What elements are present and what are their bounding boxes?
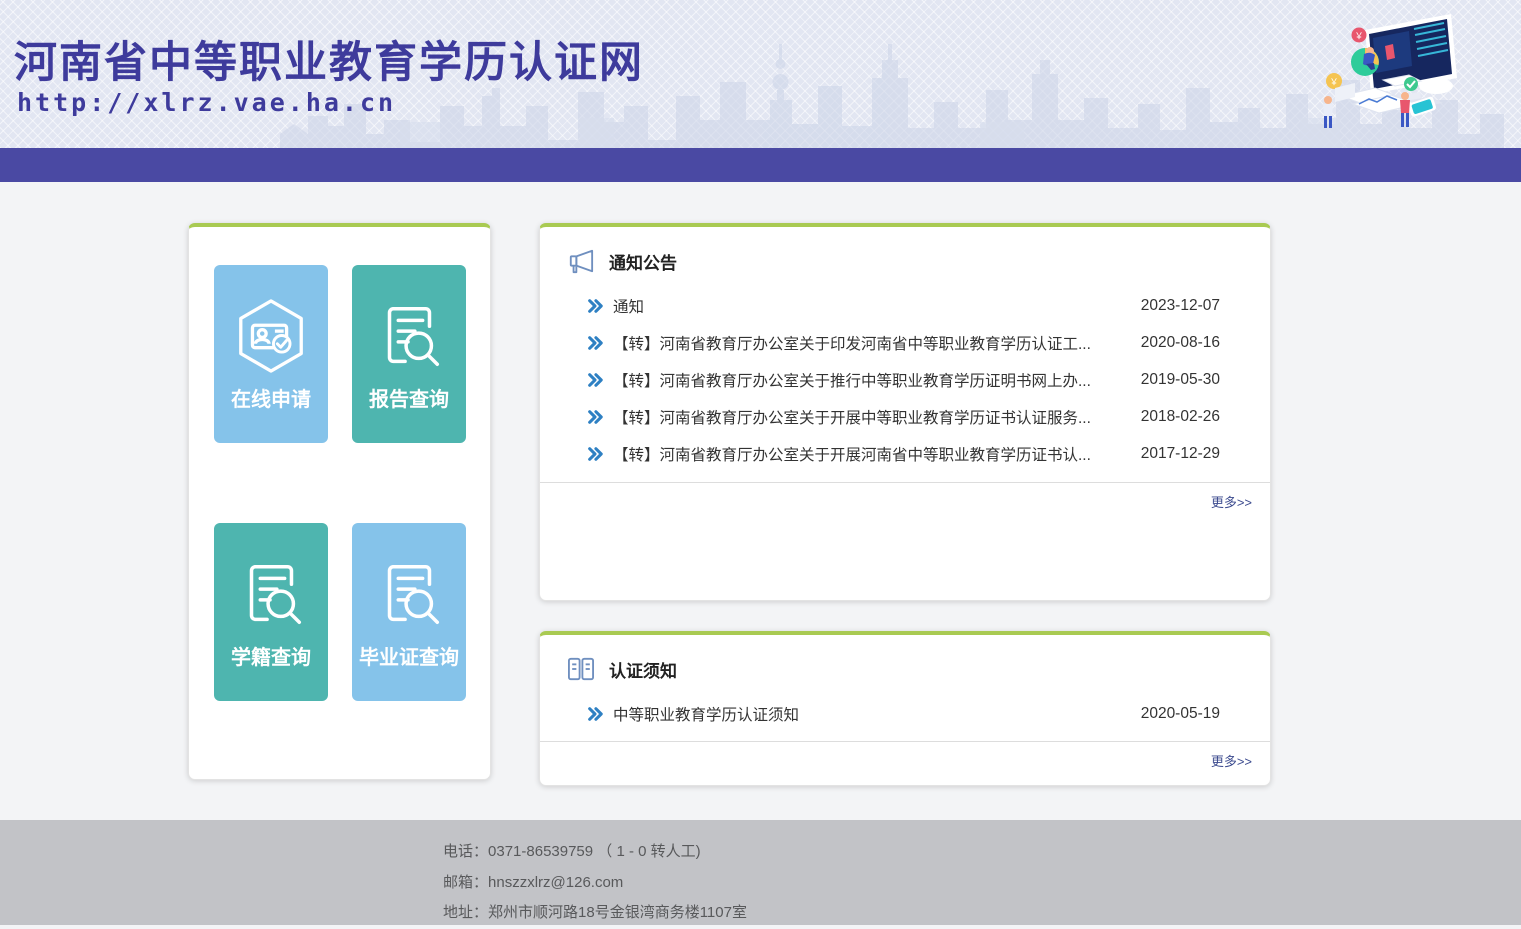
online-apply-button[interactable]: 在线申请	[214, 265, 328, 443]
footer-contact-line: 地址：郑州市顺河路18号金银湾商务楼1107室	[443, 898, 1521, 929]
coin-icon: ￥	[1326, 73, 1342, 89]
footer-contact-line: 电话：0371-86539759 （ 1 - 0 转人工)	[443, 837, 1521, 868]
double-chevron-icon	[587, 372, 603, 388]
note-title[interactable]: 中等职业教育学历认证须知	[613, 703, 1125, 725]
note-item[interactable]: 中等职业教育学历认证须知 2020-05-19	[540, 695, 1270, 732]
notice-date: 2017-12-29	[1141, 445, 1220, 463]
notice-title[interactable]: 【转】河南省教育厅办公室关于开展河南省中等职业教育学历证书认...	[613, 443, 1125, 465]
footer-value: 郑州市顺河路18号金银湾商务楼1107室	[488, 904, 747, 921]
notice-date: 2023-12-07	[1141, 297, 1220, 315]
notes-card: 认证须知 中等职业教育学历认证须知 2020-05-19 更多>>	[539, 631, 1271, 786]
notes-more-bar: 更多>>	[540, 741, 1270, 771]
svg-text:￥: ￥	[1354, 31, 1363, 41]
notices-more-bar: 更多>>	[540, 482, 1270, 512]
notices-header: 通知公告	[540, 227, 1270, 274]
badge-icon: ￥	[1352, 28, 1367, 43]
site-header: 河南省中等职业教育学历认证网 http://xlrz.vae.ha.cn	[0, 0, 1521, 148]
notes-list: 中等职业教育学历认证须知 2020-05-19	[540, 695, 1270, 732]
notes-more-link[interactable]: 更多>>	[1211, 754, 1252, 769]
notices-title: 通知公告	[609, 249, 677, 274]
diploma-query-button[interactable]: 毕业证查询	[352, 523, 466, 701]
notice-item[interactable]: 通知 2023-12-07	[540, 287, 1270, 324]
action-label: 在线申请	[231, 383, 311, 412]
student-status-query-button[interactable]: 学籍查询	[214, 523, 328, 701]
open-book-icon	[566, 656, 596, 682]
notes-title: 认证须知	[609, 657, 677, 682]
notice-title[interactable]: 【转】河南省教育厅办公室关于开展中等职业教育学历证书认证服务...	[613, 406, 1125, 428]
notice-item[interactable]: 【转】河南省教育厅办公室关于推行中等职业教育学历证明书网上办... 2019-0…	[540, 361, 1270, 398]
footer-contact-line: 邮箱：hnszzxlrz@126.com	[443, 868, 1521, 899]
doc-search-icon	[370, 297, 448, 375]
person-left-graphic	[1323, 96, 1333, 128]
site-title: 河南省中等职业教育学历认证网	[14, 28, 644, 90]
svg-text:￥: ￥	[1329, 77, 1338, 87]
double-chevron-icon	[587, 446, 603, 462]
check-icon	[1404, 77, 1418, 91]
double-chevron-icon	[587, 706, 603, 722]
notice-item[interactable]: 【转】河南省教育厅办公室关于印发河南省中等职业教育学历认证工... 2020-0…	[540, 324, 1270, 361]
main-content: 在线申请 报告查询	[0, 182, 1521, 820]
notice-date: 2019-05-30	[1141, 371, 1220, 389]
double-chevron-icon	[587, 298, 603, 314]
site-url: http://xlrz.vae.ha.cn	[17, 88, 396, 117]
doc-search-icon	[232, 555, 310, 633]
notice-date: 2020-08-16	[1141, 334, 1220, 352]
notes-header: 认证须知	[540, 635, 1270, 682]
person-right-graphic	[1400, 92, 1410, 127]
action-label: 学籍查询	[231, 641, 311, 670]
notice-item[interactable]: 【转】河南省教育厅办公室关于开展中等职业教育学历证书认证服务... 2018-0…	[540, 398, 1270, 435]
double-chevron-icon	[587, 335, 603, 351]
notices-more-link[interactable]: 更多>>	[1211, 495, 1252, 510]
report-query-button[interactable]: 报告查询	[352, 265, 466, 443]
hero-illustration: ￥ ￥	[1313, 4, 1463, 139]
main-nav-bar	[0, 148, 1521, 182]
footer-value: hnszzxlrz@126.com	[488, 874, 623, 891]
footer-value: 0371-86539759 （ 1 - 0 转人工)	[488, 843, 701, 860]
footer-label: 电话：	[443, 843, 488, 860]
notices-list: 通知 2023-12-07 【转】河南省教育厅办公室关于印发河南省中等职业教育学…	[540, 287, 1270, 472]
notice-item[interactable]: 【转】河南省教育厅办公室关于开展河南省中等职业教育学历证书认... 2017-1…	[540, 435, 1270, 472]
quick-actions-card: 在线申请 报告查询	[188, 223, 491, 780]
action-label: 报告查询	[369, 383, 449, 412]
note-date: 2020-05-19	[1141, 705, 1220, 723]
notice-date: 2018-02-26	[1141, 408, 1220, 426]
double-chevron-icon	[587, 409, 603, 425]
doc-search-icon	[370, 555, 448, 633]
notice-title[interactable]: 通知	[613, 295, 1125, 317]
notice-title[interactable]: 【转】河南省教育厅办公室关于印发河南省中等职业教育学历认证工...	[613, 332, 1125, 354]
footer-label: 地址：	[443, 904, 488, 921]
site-footer: 电话：0371-86539759 （ 1 - 0 转人工)邮箱：hnszzxlr…	[0, 820, 1521, 925]
id-card-hexagon-icon	[232, 297, 310, 375]
footer-label: 邮箱：	[443, 874, 488, 891]
action-label: 毕业证查询	[359, 641, 459, 670]
notice-title[interactable]: 【转】河南省教育厅办公室关于推行中等职业教育学历证明书网上办...	[613, 369, 1125, 391]
megaphone-icon	[566, 248, 596, 274]
notices-card: 通知公告 通知 2023-12-07	[539, 223, 1271, 601]
